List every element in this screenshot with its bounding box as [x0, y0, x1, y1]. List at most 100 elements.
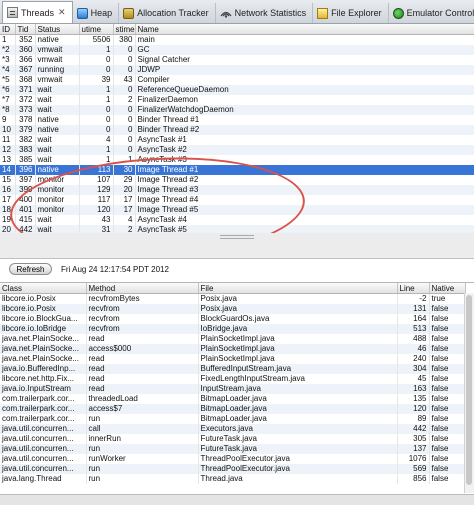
table-cell: 120: [79, 205, 114, 215]
column-header[interactable]: Tid: [15, 24, 36, 35]
table-cell: AsyncTask #4: [135, 215, 474, 225]
stack-scrollbar-thumb[interactable]: [466, 295, 472, 485]
table-cell: Binder Thread #1: [135, 115, 474, 125]
table-cell: 513: [397, 324, 430, 334]
tab-heap[interactable]: Heap: [73, 3, 120, 23]
table-row[interactable]: java.util.concurren... run ThreadPoolExecu…: [0, 464, 466, 474]
table-row[interactable]: 1 352 native 5506 380 main: [0, 34, 474, 45]
table-cell: 20: [113, 185, 136, 195]
column-header[interactable]: Status: [35, 24, 80, 35]
table-row[interactable]: 12 383 wait 1 0 AsyncTask #2: [0, 145, 474, 155]
table-cell: 240: [397, 354, 430, 364]
column-header[interactable]: Line: [397, 283, 430, 294]
tab-network-statistics[interactable]: Network Statistics: [216, 3, 314, 23]
table-row[interactable]: java.io.InputStream read InputStream.java 1…: [0, 384, 466, 394]
table-row[interactable]: java.net.PlainSocke... read PlainSocketImp…: [0, 354, 466, 364]
table-cell: monitor: [35, 205, 80, 215]
table-cell: false: [429, 344, 466, 354]
table-row[interactable]: *3 366 vmwait 0 0 Signal Catcher: [0, 55, 474, 65]
table-cell: 352: [15, 34, 36, 45]
stack-scrollbar[interactable]: [464, 293, 474, 493]
table-cell: Image Thread #2: [135, 175, 474, 185]
table-cell: monitor: [35, 185, 80, 195]
table-row[interactable]: *6 371 wait 1 0 ReferenceQueueDaemon: [0, 85, 474, 95]
table-row[interactable]: 10 379 native 0 0 Binder Thread #2: [0, 125, 474, 135]
table-cell: 383: [15, 145, 36, 155]
table-cell: false: [429, 314, 466, 324]
table-row[interactable]: libcore.io.Posix recvfrom Posix.java 131 fal…: [0, 304, 466, 314]
tab-allocation-tracker[interactable]: Allocation Tracker: [119, 3, 216, 23]
tab-emulator-control[interactable]: Emulator Control: [389, 3, 474, 23]
table-row[interactable]: 14 396 native 113 30 Image Thread #1: [0, 165, 474, 175]
table-row[interactable]: 16 399 monitor 129 20 Image Thread #3: [0, 185, 474, 195]
table-row[interactable]: *4 367 running 0 0 JDWP: [0, 65, 474, 75]
table-cell: run: [86, 464, 199, 474]
table-cell: false: [429, 364, 466, 374]
table-cell: 360: [15, 45, 36, 55]
table-cell: 117: [79, 195, 114, 205]
table-row[interactable]: com.trailerpark.cor... run BitmapLoader.ja…: [0, 414, 466, 424]
column-header[interactable]: Method: [86, 283, 199, 294]
table-row[interactable]: 11 382 wait 4 0 AsyncTask #1: [0, 135, 474, 145]
table-row[interactable]: com.trailerpark.cor... threadedLoad Bitmap…: [0, 394, 466, 404]
column-header[interactable]: utime: [79, 24, 114, 35]
emulator-control-icon: [392, 7, 404, 19]
tab-label: File Explorer: [331, 8, 382, 18]
table-cell: false: [429, 354, 466, 364]
network-statistics-icon: [220, 8, 232, 19]
refresh-button[interactable]: Refresh: [9, 263, 52, 275]
table-cell: 135: [397, 394, 430, 404]
column-header[interactable]: stime: [113, 24, 136, 35]
column-header[interactable]: File: [198, 283, 398, 294]
table-row[interactable]: *2 360 vmwait 1 0 GC: [0, 45, 474, 55]
table-cell: false: [429, 424, 466, 434]
column-header[interactable]: Native: [429, 283, 466, 294]
column-header[interactable]: Name: [135, 24, 474, 35]
table-row[interactable]: *5 368 vmwait 39 43 Compiler: [0, 75, 474, 85]
table-row[interactable]: *8 373 wait 0 0 FinalizerWatchdogDaemon: [0, 105, 474, 115]
table-row[interactable]: java.util.concurren... call Executors.java…: [0, 424, 466, 434]
table-row[interactable]: java.util.concurren... run FutureTask.java…: [0, 444, 466, 454]
table-row[interactable]: java.util.concurren... runWorker ThreadPoo…: [0, 454, 466, 464]
table-row[interactable]: 13 385 wait 1 1 AsyncTask #3: [0, 155, 474, 165]
table-row[interactable]: 18 401 monitor 120 17 Image Thread #5: [0, 205, 474, 215]
column-header[interactable]: ID: [0, 24, 16, 35]
table-cell: -2: [397, 293, 430, 304]
table-row[interactable]: com.trailerpark.cor... access$7 BitmapLoad…: [0, 404, 466, 414]
table-cell: recvfrom: [86, 324, 199, 334]
table-cell: native: [35, 34, 80, 45]
column-header[interactable]: Class: [0, 283, 87, 294]
table-cell: 1: [113, 155, 136, 165]
table-row[interactable]: 17 400 monitor 117 17 Image Thread #4: [0, 195, 474, 205]
table-row[interactable]: 9 378 native 0 0 Binder Thread #1: [0, 115, 474, 125]
table-cell: 368: [15, 75, 36, 85]
table-cell: 1: [79, 145, 114, 155]
table-row[interactable]: 19 415 wait 43 4 AsyncTask #4: [0, 215, 474, 225]
table-row[interactable]: java.net.PlainSocke... read PlainSocketImp…: [0, 334, 466, 344]
table-cell: 11: [0, 135, 16, 145]
table-cell: false: [429, 384, 466, 394]
tab-file-explorer[interactable]: File Explorer: [313, 3, 389, 23]
table-row[interactable]: libcore.io.Posix recvfromBytes Posix.java -…: [0, 293, 466, 304]
table-cell: PlainSocketImpl.java: [198, 344, 398, 354]
table-row[interactable]: libcore.net.http.Fix... read FixedLengthIn…: [0, 374, 466, 384]
table-row[interactable]: libcore.io.IoBridge recvfrom IoBridge.java…: [0, 324, 466, 334]
table-row[interactable]: java.lang.Thread run Thread.java 856 false: [0, 474, 466, 484]
close-icon[interactable]: ✕: [58, 7, 66, 18]
table-row[interactable]: libcore.io.BlockGua... recvfrom BlockGuard…: [0, 314, 466, 324]
splitter[interactable]: [0, 233, 474, 259]
table-row[interactable]: 15 397 monitor 107 29 Image Thread #2: [0, 175, 474, 185]
table-cell: recvfromBytes: [86, 293, 199, 304]
table-cell: 0: [79, 105, 114, 115]
table-cell: vmwait: [35, 75, 80, 85]
tab-threads[interactable]: Threads ✕: [2, 1, 73, 23]
table-row[interactable]: *7 372 wait 1 2 FinalizerDaemon: [0, 95, 474, 105]
status-bar: [0, 494, 474, 505]
table-row[interactable]: java.net.PlainSocke... access$000 PlainSoc…: [0, 344, 466, 354]
table-row[interactable]: java.io.BufferedInp... read BufferedInputS…: [0, 364, 466, 374]
table-cell: libcore.io.BlockGua...: [0, 314, 87, 324]
table-row[interactable]: java.util.concurren... innerRun FutureTask…: [0, 434, 466, 444]
table-cell: Image Thread #5: [135, 205, 474, 215]
table-cell: wait: [35, 145, 80, 155]
splitter-grip[interactable]: [220, 235, 254, 239]
